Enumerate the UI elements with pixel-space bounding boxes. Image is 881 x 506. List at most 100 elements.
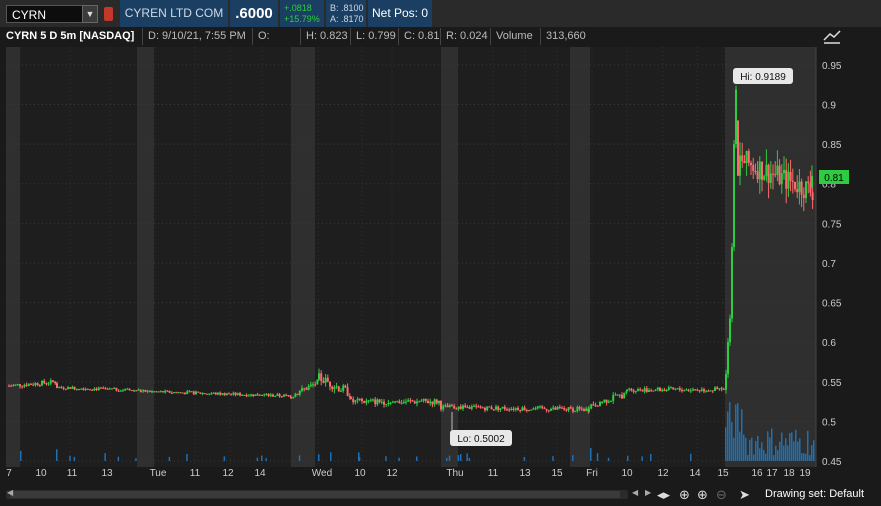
candle bbox=[407, 400, 410, 402]
candle bbox=[659, 387, 661, 392]
candle bbox=[429, 401, 432, 404]
volume-bar bbox=[807, 430, 809, 461]
scroll-left-icon[interactable]: ◀ bbox=[7, 488, 13, 497]
link-flag-icon[interactable] bbox=[104, 7, 113, 21]
candle bbox=[783, 170, 785, 174]
volume-bar bbox=[809, 455, 811, 461]
cursor-icon[interactable]: ➤ bbox=[739, 486, 750, 504]
volume-bar bbox=[753, 454, 755, 461]
candle bbox=[80, 388, 83, 390]
candle bbox=[111, 388, 113, 390]
price-chart[interactable]: 0.450.50.550.60.650.70.750.80.850.90.95 … bbox=[0, 47, 881, 479]
candle bbox=[574, 411, 577, 413]
scroll-thumb[interactable] bbox=[10, 491, 620, 498]
study-icon[interactable] bbox=[821, 27, 843, 47]
zoom-in-icon[interactable]: ⊕ bbox=[697, 486, 708, 504]
candle bbox=[614, 394, 617, 396]
candle bbox=[263, 394, 266, 396]
candle bbox=[159, 391, 162, 393]
x-tick-label: Tue bbox=[150, 468, 167, 479]
volume-bar bbox=[627, 455, 629, 461]
candle bbox=[303, 388, 306, 390]
candle bbox=[324, 377, 327, 383]
candle bbox=[113, 387, 116, 389]
candle bbox=[326, 377, 329, 382]
candle bbox=[539, 406, 541, 408]
scroll-left-icon-2[interactable]: ◀ bbox=[632, 488, 638, 497]
candle bbox=[643, 388, 646, 392]
candle bbox=[735, 89, 737, 145]
candle bbox=[578, 407, 581, 409]
candle bbox=[298, 390, 301, 395]
x-tick-label: 16 bbox=[751, 468, 763, 479]
candle bbox=[499, 408, 502, 410]
candle bbox=[115, 387, 118, 391]
candle bbox=[536, 406, 539, 409]
volume-bar bbox=[751, 437, 753, 461]
volume-value: 313,660 bbox=[540, 28, 588, 45]
candle bbox=[650, 390, 653, 392]
candle bbox=[510, 408, 513, 411]
candle bbox=[307, 386, 310, 390]
candle bbox=[261, 394, 263, 396]
candle bbox=[43, 380, 46, 384]
candle bbox=[501, 406, 504, 409]
company-name: CYREN LTD COM bbox=[120, 0, 228, 27]
candle bbox=[561, 407, 563, 409]
x-tick-label: 12 bbox=[386, 468, 398, 479]
percent-change: +15.79% bbox=[284, 14, 320, 24]
candle bbox=[585, 408, 588, 411]
scroll-right-icon[interactable]: ▶ bbox=[645, 488, 651, 497]
volume-bar bbox=[460, 454, 462, 461]
volume-bar bbox=[741, 409, 743, 461]
candle bbox=[280, 396, 283, 398]
candle bbox=[462, 405, 464, 409]
dropdown-icon[interactable]: ▼ bbox=[82, 5, 98, 23]
candle bbox=[385, 403, 388, 405]
candle bbox=[135, 390, 138, 392]
candle bbox=[95, 388, 98, 391]
candle bbox=[363, 401, 366, 403]
x-tick-label: 15 bbox=[551, 468, 563, 479]
candle bbox=[12, 384, 15, 386]
candle bbox=[47, 383, 50, 385]
candle bbox=[192, 391, 195, 395]
candle bbox=[703, 389, 705, 392]
candle bbox=[565, 409, 568, 411]
high-annotation-label: Hi: 0.9189 bbox=[740, 72, 786, 83]
candle bbox=[30, 383, 32, 385]
crosshair-icon[interactable]: ⊕ bbox=[679, 486, 690, 504]
volume-bar bbox=[468, 457, 471, 461]
volume-bar bbox=[607, 457, 610, 461]
candle bbox=[729, 318, 731, 343]
candle bbox=[519, 410, 522, 412]
candle bbox=[752, 164, 755, 171]
candle bbox=[711, 390, 714, 392]
volume-bar bbox=[117, 456, 120, 461]
candle bbox=[54, 381, 57, 384]
candle bbox=[38, 385, 41, 387]
candle bbox=[376, 399, 379, 405]
pan-icon[interactable]: ◂▸ bbox=[657, 486, 670, 504]
candle bbox=[232, 392, 235, 395]
candle bbox=[177, 392, 180, 394]
volume-bar bbox=[737, 403, 739, 461]
candle bbox=[802, 194, 805, 199]
candle bbox=[453, 406, 456, 409]
candle bbox=[27, 383, 30, 386]
candle bbox=[106, 388, 109, 390]
candle bbox=[521, 407, 524, 411]
x-tick-label: Thu bbox=[446, 468, 463, 479]
candle bbox=[705, 390, 708, 392]
candle bbox=[223, 393, 226, 396]
candle bbox=[358, 398, 361, 400]
drawing-set-label[interactable]: Drawing set: Default bbox=[765, 488, 864, 500]
zoom-out-icon[interactable]: ⊖ bbox=[716, 486, 727, 504]
candle bbox=[217, 392, 219, 395]
chart-title[interactable]: CYRN 5 D 5m [NASDAQ] bbox=[3, 28, 143, 45]
candle bbox=[16, 384, 19, 386]
volume-bar bbox=[757, 435, 759, 461]
candle bbox=[534, 408, 537, 410]
y-tick-label: 0.85 bbox=[822, 140, 842, 151]
volume-bar bbox=[801, 453, 803, 461]
